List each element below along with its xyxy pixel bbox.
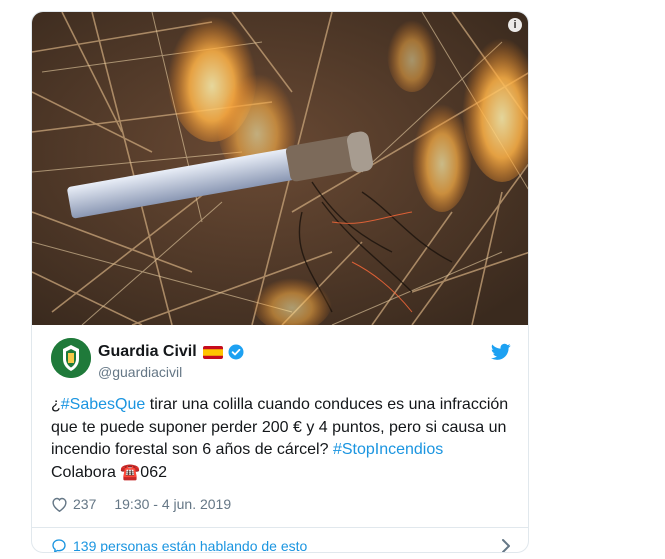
text-line2-prefix: Colabora	[51, 463, 121, 481]
hashtag-stopincendios[interactable]: #StopIncendios	[333, 441, 443, 458]
tweet-text: ¿#SabesQue tirar una colilla cuando cond…	[51, 394, 521, 484]
conversation-count-text[interactable]: 139 personas están hablando de esto	[73, 538, 307, 552]
speech-bubble-icon	[51, 538, 67, 552]
tweet-meta: 237 19:30 - 4 jun. 2019	[51, 496, 231, 512]
heart-icon[interactable]	[51, 497, 68, 512]
author-avatar[interactable]	[51, 338, 91, 378]
guardia-civil-emblem-icon	[51, 338, 91, 378]
tweet-card[interactable]: i Guardia Civil @guardiacivil ¿#SabesQue…	[31, 11, 529, 553]
hashtag-sabesque[interactable]: #SabesQue	[61, 396, 146, 413]
chevron-right-icon[interactable]	[501, 538, 511, 552]
tweet-header: Guardia Civil @guardiacivil	[51, 337, 511, 383]
text-line2-suffix: 062	[140, 463, 167, 481]
like-count[interactable]: 237	[73, 496, 96, 512]
burning-cigarette-photo	[32, 12, 528, 325]
conversation-link[interactable]: 139 personas están hablando de esto	[51, 534, 511, 552]
tweet-photo[interactable]: i	[32, 12, 528, 325]
spain-flag-icon	[202, 345, 223, 359]
info-icon[interactable]: i	[508, 18, 522, 32]
telephone-emoji-icon: ☎️	[120, 463, 141, 481]
author-name-row: Guardia Civil	[98, 342, 244, 362]
author-name[interactable]: Guardia Civil	[98, 343, 197, 361]
divider	[32, 527, 528, 528]
tweet-timestamp[interactable]: 19:30 - 4 jun. 2019	[114, 496, 231, 512]
twitter-bird-icon[interactable]	[490, 343, 511, 361]
text-prefix: ¿	[51, 396, 61, 413]
author-handle[interactable]: @guardiacivil	[98, 364, 182, 380]
verified-badge-icon	[228, 344, 244, 360]
